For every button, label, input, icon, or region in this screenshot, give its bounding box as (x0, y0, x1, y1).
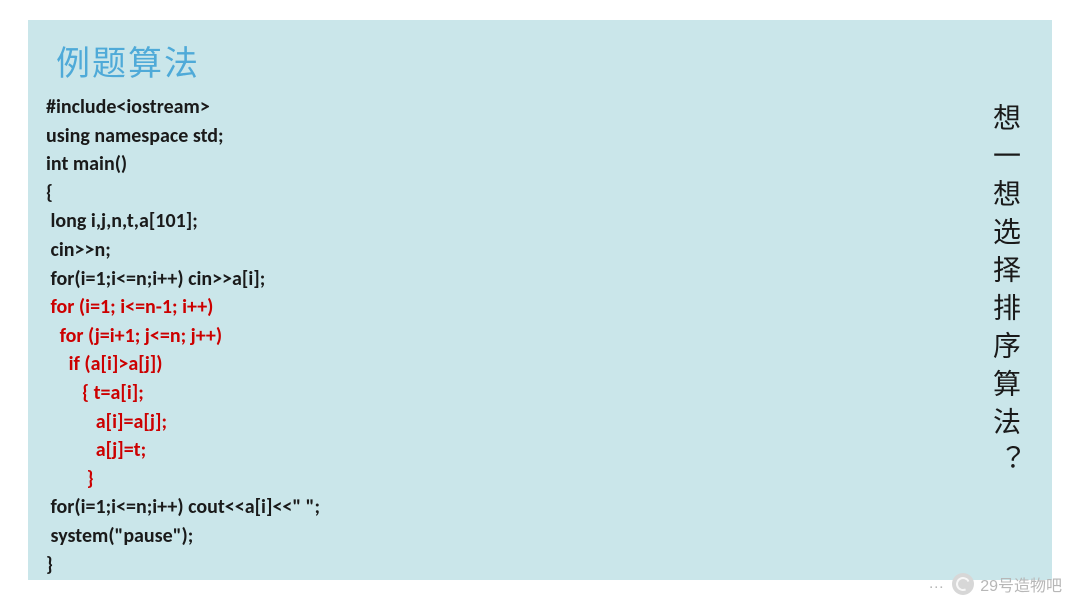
code-line: cin>>n; (46, 238, 111, 262)
vertical-question: 想一想选择排序算法？ (970, 103, 1024, 533)
slide-panel: 例题算法 #include<iostream> using namespace … (28, 20, 1052, 580)
code-line: using namespace std; (46, 124, 224, 148)
code-line-highlight: a[j]=t; (46, 438, 146, 462)
code-line: } (46, 553, 53, 577)
code-line-highlight: } (46, 467, 94, 491)
code-line-highlight: { t=a[i]; (46, 381, 144, 405)
code-line-highlight: for (i=1; i<=n-1; i++) (46, 295, 213, 319)
slide-content: #include<iostream> using namespace std; … (28, 93, 1052, 591)
code-line: for(i=1;i<=n;i++) cin>>a[i]; (46, 267, 265, 291)
watermark: … 29号造物吧 (928, 572, 1062, 596)
watermark-dots: … (928, 575, 946, 593)
code-line: #include<iostream> (46, 95, 210, 119)
code-line: long i,j,n,t,a[101]; (46, 209, 198, 233)
watermark-text: 29号造物吧 (980, 572, 1062, 596)
slide-title: 例题算法 (28, 20, 1052, 93)
code-line-highlight: a[i]=a[j]; (46, 410, 167, 434)
wechat-icon (952, 573, 974, 595)
code-line: int main() (46, 152, 127, 176)
code-line: for(i=1;i<=n;i++) cout<<a[i]<<" "; (46, 495, 320, 519)
code-block: #include<iostream> using namespace std; … (46, 93, 950, 579)
code-line: { (46, 181, 53, 205)
code-line: system("pause"); (46, 524, 193, 548)
code-line-highlight: if (a[i]>a[j]) (46, 352, 163, 376)
code-line-highlight: for (j=i+1; j<=n; j++) (46, 324, 222, 348)
